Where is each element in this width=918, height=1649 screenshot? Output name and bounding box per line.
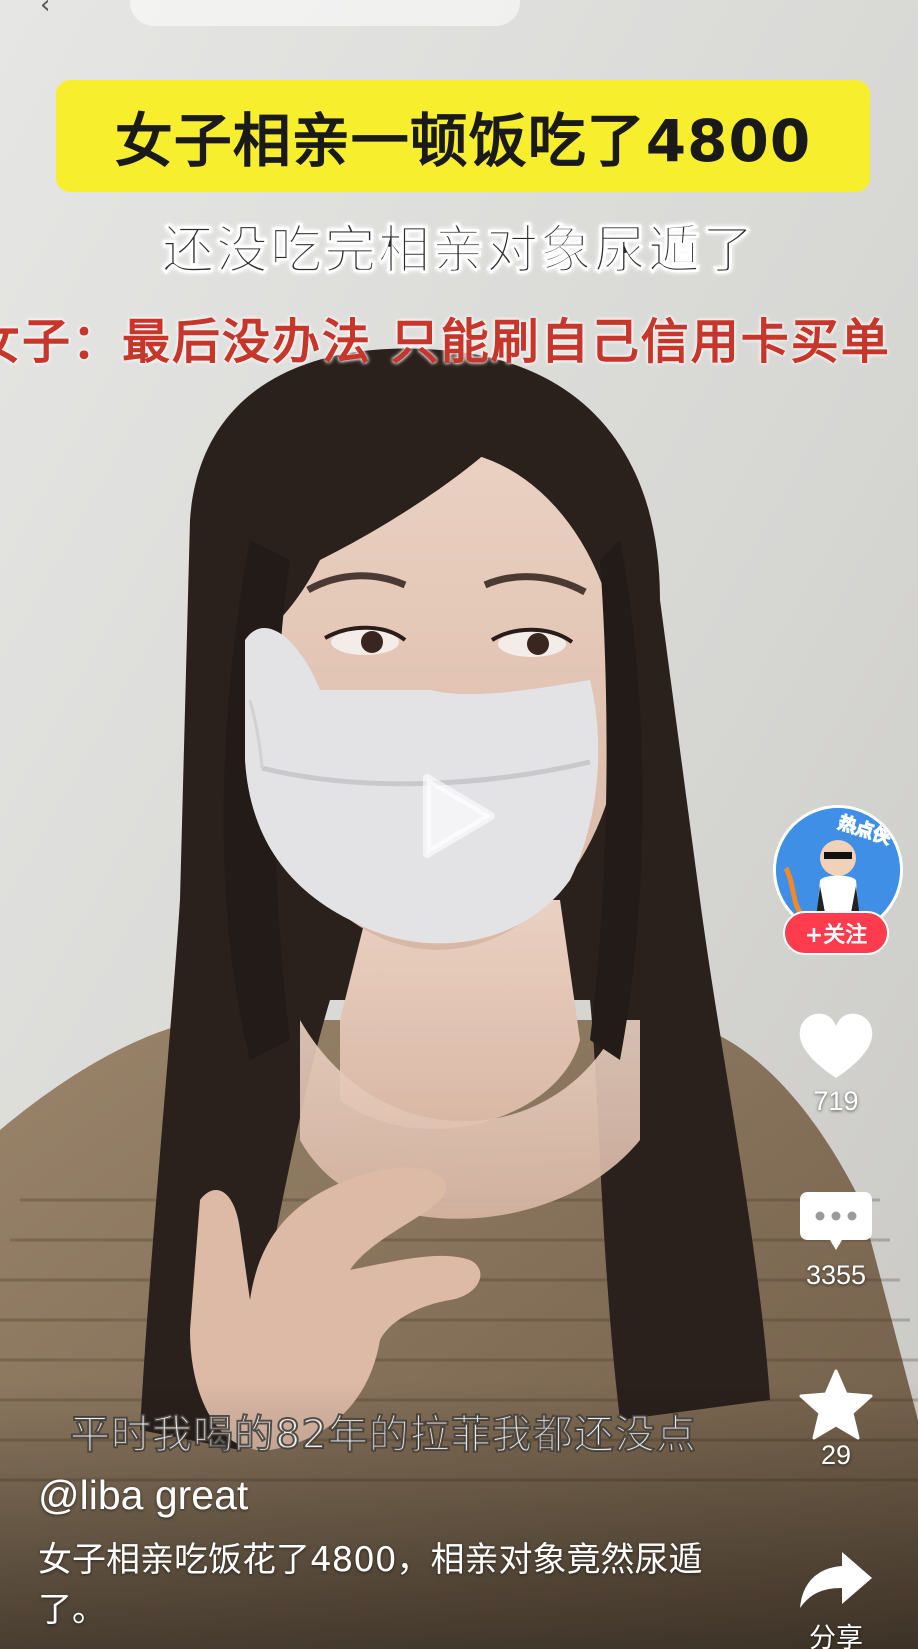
video-description: 女子相亲吃饭花了4800，相亲对象竟然尿遁了。 [38,1540,703,1630]
share-label: 分享 [809,1623,863,1649]
comment-count: 3355 [805,1260,867,1290]
star-icon [799,1369,873,1440]
like-button[interactable]: 719 [780,1010,892,1117]
video-frame[interactable]: ‹ 女子相亲一顿饭吃了4800 还没吃完相亲对象尿遁了 女子：最后没办法 只能刷… [0,0,918,1649]
favorite-count: 29 [820,1440,852,1470]
play-button[interactable] [421,772,497,864]
comment-button[interactable]: 3355 [780,1188,892,1291]
like-count: 719 [813,1086,859,1116]
author-handle[interactable]: @liba great [38,1472,248,1519]
favorite-button[interactable]: 29 [780,1368,892,1471]
follow-button[interactable]: +关注 [783,911,889,955]
title-banner: 女子相亲一顿饭吃了4800 [56,80,870,192]
comment-icon [800,1192,872,1250]
subtitle-line-1: 还没吃完相亲对象尿遁了 [161,221,756,282]
subtitle-line-2: 女子：最后没办法 只能刷自己信用卡买单 [0,314,891,370]
share-button[interactable]: 分享 [780,1548,892,1649]
back-icon[interactable]: ‹ [40,0,50,20]
spoken-caption: 平时我喝的82年的拉菲我都还没点 [69,1411,697,1459]
search-bar-stub[interactable] [130,0,520,26]
heart-icon [799,1013,873,1078]
play-icon [423,774,495,858]
share-icon [800,1552,872,1608]
